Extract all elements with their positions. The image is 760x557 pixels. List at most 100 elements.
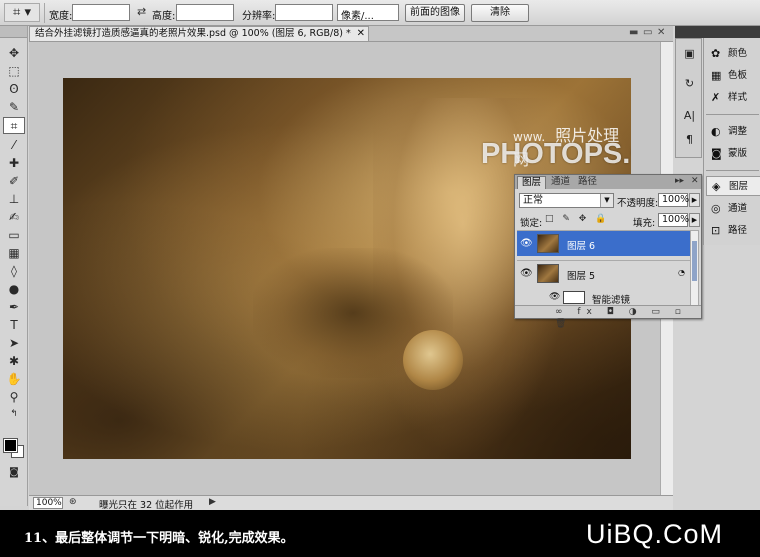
- resolution-input[interactable]: [275, 4, 333, 21]
- chevron-down-icon: ▼: [600, 194, 613, 207]
- panel-close-icon[interactable]: ✕: [691, 176, 699, 186]
- blur-tool-icon[interactable]: ◊: [3, 263, 25, 280]
- visibility-eye-icon[interactable]: 👁: [520, 268, 533, 279]
- dock-item-adjustments[interactable]: ◐ 调整: [706, 122, 760, 142]
- move-tool-icon[interactable]: ✥: [3, 45, 25, 62]
- pen-tool-icon[interactable]: ✒: [3, 299, 25, 316]
- navigator-icon[interactable]: ▣: [681, 47, 698, 60]
- gradient-tool-icon[interactable]: ▦: [3, 245, 25, 262]
- tab-channels[interactable]: 通道: [547, 176, 574, 189]
- swap-colors-icon[interactable]: ↰: [3, 406, 25, 423]
- machine-wheel-image: [403, 330, 463, 390]
- visibility-eye-icon[interactable]: 👁: [549, 292, 560, 302]
- dock-item-label: 色板: [728, 70, 748, 81]
- visibility-eye-icon[interactable]: 👁: [520, 238, 533, 249]
- scrollbar-thumb[interactable]: [692, 241, 697, 281]
- character-icon[interactable]: A|: [681, 109, 698, 122]
- fill-slider-arrow-icon[interactable]: ▶: [689, 213, 700, 227]
- restore-icon[interactable]: ▭: [643, 27, 652, 38]
- layer-row[interactable]: 👁 图层 5 ◔: [517, 260, 691, 286]
- eyedropper-tool-icon[interactable]: ⁄: [3, 137, 25, 154]
- dodge-tool-icon[interactable]: ●: [3, 281, 25, 298]
- lasso-tool-icon[interactable]: ʘ: [3, 81, 25, 98]
- swatches-icon: ▦: [711, 69, 722, 82]
- dock-item-paths[interactable]: ⊡ 路径: [706, 221, 760, 241]
- foreground-color-swatch[interactable]: [3, 438, 18, 453]
- dock-item-masks[interactable]: ◙ 蒙版: [706, 144, 760, 164]
- healing-brush-tool-icon[interactable]: ✚: [3, 155, 25, 172]
- close-window-icon[interactable]: ✕: [657, 27, 665, 38]
- quick-select-tool-icon[interactable]: ✎: [3, 99, 25, 116]
- crop-tool-icon[interactable]: ⌗: [3, 117, 25, 134]
- styles-icon: ✗: [711, 91, 721, 104]
- dock-item-swatches[interactable]: ▦ 色板: [706, 66, 760, 86]
- dock-item-styles[interactable]: ✗ 样式: [706, 88, 760, 108]
- opacity-input[interactable]: 100%: [658, 193, 689, 207]
- dock-item-label: 样式: [728, 92, 748, 103]
- filter-mask-thumbnail: [563, 291, 585, 304]
- hand-tool-icon[interactable]: ✋: [3, 371, 25, 388]
- masks-icon: ◙: [711, 147, 722, 160]
- dock-divider: [706, 114, 759, 115]
- quick-mask-icon[interactable]: ◙: [3, 464, 25, 481]
- front-image-button[interactable]: 前面的图像: [405, 4, 465, 22]
- opacity-label: 不透明度:: [617, 198, 659, 209]
- history-icon[interactable]: ↻: [681, 77, 698, 90]
- document-divider: [29, 41, 673, 42]
- document-tab[interactable]: 结合外挂滤镜打造质感逼真的老照片效果.psd @ 100% (图层 6, RGB…: [29, 26, 369, 41]
- status-info-icon[interactable]: ⊛: [69, 497, 77, 507]
- paths-icon: ⊡: [711, 224, 721, 237]
- tools-grip[interactable]: [0, 26, 27, 38]
- dock-divider: [706, 170, 759, 171]
- fill-label: 填充:: [633, 218, 656, 229]
- minimize-icon[interactable]: ▬: [629, 27, 638, 38]
- status-menu-arrow-icon[interactable]: ▶: [209, 497, 216, 507]
- shape-tool-icon[interactable]: ✱: [3, 353, 25, 370]
- smart-filter-row[interactable]: 👁 智能滤镜: [517, 291, 691, 306]
- marquee-tool-icon[interactable]: ⬚: [3, 63, 25, 80]
- zoom-tool-icon[interactable]: ⚲: [3, 389, 25, 406]
- tab-layers[interactable]: 图层: [517, 176, 547, 189]
- resolution-unit-select[interactable]: 像素/...: [337, 4, 399, 22]
- dock-item-label: 图层: [729, 181, 749, 192]
- dock-item-label: 通道: [728, 203, 748, 214]
- dock-item-color[interactable]: ✿ 颜色: [706, 44, 760, 64]
- height-input[interactable]: [176, 4, 234, 21]
- caption-text: 11、最后整体调节一下明暗、锐化,完成效果。: [24, 531, 294, 546]
- zoom-field[interactable]: 100%: [33, 497, 63, 509]
- clear-button[interactable]: 清除: [471, 4, 529, 22]
- paragraph-icon[interactable]: ¶: [681, 133, 698, 146]
- status-info-text: 曝光只在 32 位起作用: [99, 500, 194, 511]
- dock-item-channels[interactable]: ◎ 通道: [706, 199, 760, 219]
- layer-row[interactable]: 👁 图层 6: [517, 230, 691, 256]
- tools-panel: ✥ ⬚ ʘ ✎ ⌗ ⁄ ✚ ✐ ⊥ ✍ ▭ ▦ ◊ ● ✒ T ➤ ✱ ✋ ⚲ …: [0, 26, 28, 506]
- clone-stamp-tool-icon[interactable]: ⊥: [3, 191, 25, 208]
- type-tool-icon[interactable]: T: [3, 317, 25, 334]
- fill-input[interactable]: 100%: [658, 213, 689, 227]
- options-separator: [44, 3, 45, 23]
- blend-mode-select[interactable]: 正常 ▼: [519, 193, 614, 208]
- path-select-tool-icon[interactable]: ➤: [3, 335, 25, 352]
- brush-tool-icon[interactable]: ✐: [3, 173, 25, 190]
- lock-options-icons[interactable]: □ ✎ ✥ 🔒: [545, 214, 609, 224]
- dock-item-label: 路径: [728, 225, 748, 236]
- panel-collapse-icon[interactable]: ▸▸: [675, 176, 684, 186]
- blend-mode-value: 正常: [523, 195, 543, 206]
- swap-dimensions-icon[interactable]: ⇄: [137, 5, 146, 18]
- layer-name: 图层 6: [567, 241, 596, 252]
- width-label: 宽度:: [49, 11, 73, 22]
- crop-tool-preset-icon[interactable]: ⌗ ▾: [4, 3, 40, 22]
- tab-paths[interactable]: 路径: [574, 176, 601, 189]
- layers-scrollbar[interactable]: [690, 230, 699, 307]
- close-tab-icon[interactable]: ✕: [357, 27, 365, 41]
- smart-object-icon: ◔: [678, 268, 685, 277]
- layers-footer-buttons[interactable]: ∞ fx ◘ ◑ ▭ ▫ 🗑: [515, 305, 701, 329]
- dock-item-layers[interactable]: ◈ 图层: [706, 176, 760, 196]
- eraser-tool-icon[interactable]: ▭: [3, 227, 25, 244]
- document-title: 结合外挂滤镜打造质感逼真的老照片效果.psd @ 100% (图层 6, RGB…: [35, 28, 351, 39]
- history-brush-tool-icon[interactable]: ✍: [3, 209, 25, 226]
- adjustments-icon: ◐: [711, 125, 721, 138]
- opacity-slider-arrow-icon[interactable]: ▶: [689, 193, 700, 207]
- width-input[interactable]: [72, 4, 130, 21]
- resolution-label: 分辨率:: [242, 11, 276, 22]
